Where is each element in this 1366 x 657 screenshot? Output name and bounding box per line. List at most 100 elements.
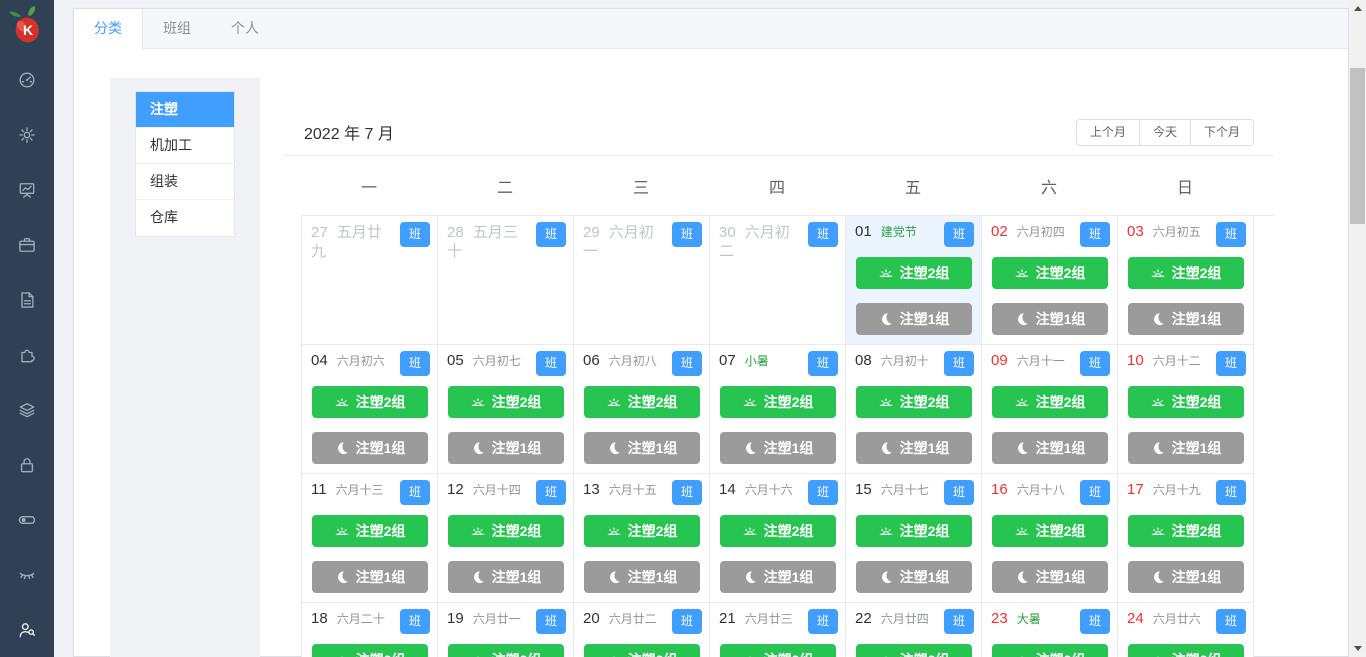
day-shift-button[interactable]: 注塑2组 [719,386,836,418]
document-icon[interactable] [0,272,54,327]
shift-type-badge[interactable]: 班 [400,222,430,247]
tab-category[interactable]: 分类 [74,9,143,49]
night-shift-button[interactable]: 注塑1组 [855,303,972,335]
shift-type-badge[interactable]: 班 [1216,351,1246,376]
day-shift-button[interactable]: 注塑2组 [311,515,428,547]
day-shift-button[interactable]: 注塑2组 [583,644,700,657]
next-month-button[interactable]: 下个月 [1189,119,1253,145]
night-shift-button[interactable]: 注塑1组 [991,432,1108,464]
category-item[interactable]: 注塑 [136,92,234,128]
tab-personal[interactable]: 个人 [211,9,279,48]
day-shift-button[interactable]: 注塑2组 [447,386,564,418]
calendar-day-cell[interactable]: 07 小暑 班注塑2组 注塑1组 [710,345,846,474]
day-shift-button[interactable]: 注塑2组 [447,515,564,547]
night-shift-button[interactable]: 注塑1组 [311,561,428,593]
calendar-day-cell[interactable]: 08 六月初十 班注塑2组 注塑1组 [846,345,982,474]
day-shift-button[interactable]: 注塑2组 [855,257,972,289]
day-shift-button[interactable]: 注塑2组 [991,257,1108,289]
night-shift-button[interactable]: 注塑1组 [583,432,700,464]
shift-type-badge[interactable]: 班 [944,222,974,247]
prev-month-button[interactable]: 上个月 [1076,119,1139,145]
calendar-day-cell[interactable]: 17 六月十九 班注塑2组 注塑1组 [1118,474,1254,603]
day-shift-button[interactable]: 注塑2组 [991,386,1108,418]
day-shift-button[interactable]: 注塑2组 [1127,515,1244,547]
night-shift-button[interactable]: 注塑1组 [583,561,700,593]
day-shift-button[interactable]: 注塑2组 [855,644,972,657]
calendar-day-cell[interactable]: 11 六月十三 班注塑2组 注塑1组 [302,474,438,603]
calendar-day-cell[interactable]: 19六月廿一班注塑2组注塑1组 [438,603,574,657]
calendar-day-cell[interactable]: 18六月二十班注塑2组注塑1组 [302,603,438,657]
shift-type-badge[interactable]: 班 [1080,351,1110,376]
shift-type-badge[interactable]: 班 [808,351,838,376]
night-shift-button[interactable]: 注塑1组 [991,303,1108,335]
lock-icon[interactable] [0,437,54,492]
calendar-day-cell[interactable]: 15 六月十七 班注塑2组 注塑1组 [846,474,982,603]
day-shift-button[interactable]: 注塑2组 [1127,386,1244,418]
dashboard-icon[interactable] [0,52,54,107]
calendar-day-cell[interactable]: 04 六月初六 班注塑2组 注塑1组 [302,345,438,474]
shift-type-badge[interactable]: 班 [1216,222,1246,247]
tab-team[interactable]: 班组 [143,9,211,48]
scrollbar-thumb[interactable] [1350,68,1365,224]
shift-type-badge[interactable]: 班 [944,351,974,376]
shift-type-badge[interactable]: 班 [672,351,702,376]
day-shift-button[interactable]: 注塑2组 [311,644,428,657]
shift-type-badge[interactable]: 班 [400,480,430,505]
scrollbar-up-arrow-icon[interactable] [1349,0,1366,17]
day-shift-button[interactable]: 注塑2组 [991,515,1108,547]
calendar-day-cell[interactable]: 12 六月十四 班注塑2组 注塑1组 [438,474,574,603]
shift-type-badge[interactable]: 班 [1216,609,1246,634]
shift-type-badge[interactable]: 班 [1080,222,1110,247]
calendar-day-cell[interactable]: 20六月廿二班注塑2组注塑1组 [574,603,710,657]
night-shift-button[interactable]: 注塑1组 [855,432,972,464]
calendar-day-cell[interactable]: 30 六月初二班 [710,216,846,345]
calendar-day-cell[interactable]: 24六月廿六班注塑2组注塑1组 [1118,603,1254,657]
shift-type-badge[interactable]: 班 [1080,609,1110,634]
calendar-day-cell[interactable]: 09 六月十一 班注塑2组 注塑1组 [982,345,1118,474]
puzzle-icon[interactable] [0,327,54,382]
day-shift-button[interactable]: 注塑2组 [447,644,564,657]
eye-closed-icon[interactable] [0,547,54,602]
calendar-day-cell[interactable]: 02 六月初四 班注塑2组 注塑1组 [982,216,1118,345]
layers-icon[interactable] [0,382,54,437]
calendar-day-cell[interactable]: 06 六月初八 班注塑2组 注塑1组 [574,345,710,474]
calendar-day-cell[interactable]: 22六月廿四班注塑2组注塑1组 [846,603,982,657]
night-shift-button[interactable]: 注塑1组 [1127,561,1244,593]
shift-type-badge[interactable]: 班 [808,609,838,634]
calendar-day-cell[interactable]: 01 建党节 班注塑2组 注塑1组 [846,216,982,345]
user-search-icon[interactable] [0,602,54,657]
night-shift-button[interactable]: 注塑1组 [447,561,564,593]
shift-type-badge[interactable]: 班 [536,351,566,376]
night-shift-button[interactable]: 注塑1组 [991,561,1108,593]
briefcase-icon[interactable] [0,217,54,272]
day-shift-button[interactable]: 注塑2组 [311,386,428,418]
calendar-day-cell[interactable]: 28 五月三十班 [438,216,574,345]
day-shift-button[interactable]: 注塑2组 [719,644,836,657]
night-shift-button[interactable]: 注塑1组 [1127,432,1244,464]
shift-type-badge[interactable]: 班 [808,222,838,247]
shift-type-badge[interactable]: 班 [672,609,702,634]
day-shift-button[interactable]: 注塑2组 [583,386,700,418]
shift-type-badge[interactable]: 班 [536,480,566,505]
shift-type-badge[interactable]: 班 [536,609,566,634]
today-button[interactable]: 今天 [1138,119,1190,145]
calendar-day-cell[interactable]: 14 六月十六 班注塑2组 注塑1组 [710,474,846,603]
category-item[interactable]: 仓库 [136,200,234,236]
calendar-day-cell[interactable]: 21六月廿三班注塑2组注塑1组 [710,603,846,657]
vertical-scrollbar[interactable] [1349,0,1366,657]
calendar-day-cell[interactable]: 13 六月十五 班注塑2组 注塑1组 [574,474,710,603]
shift-type-badge[interactable]: 班 [672,480,702,505]
calendar-day-cell[interactable]: 27 五月廿九班 [302,216,438,345]
shift-type-badge[interactable]: 班 [400,351,430,376]
calendar-day-cell[interactable]: 05 六月初七 班注塑2组 注塑1组 [438,345,574,474]
calendar-day-cell[interactable]: 16 六月十八 班注塑2组 注塑1组 [982,474,1118,603]
chart-board-icon[interactable] [0,162,54,217]
night-shift-button[interactable]: 注塑1组 [855,561,972,593]
scrollbar-down-arrow-icon[interactable] [1349,640,1366,657]
calendar-day-cell[interactable]: 23大暑班注塑2组注塑1组 [982,603,1118,657]
shift-type-badge[interactable]: 班 [400,609,430,634]
shift-type-badge[interactable]: 班 [808,480,838,505]
shift-type-badge[interactable]: 班 [944,609,974,634]
day-shift-button[interactable]: 注塑2组 [1127,644,1244,657]
night-shift-button[interactable]: 注塑1组 [311,432,428,464]
